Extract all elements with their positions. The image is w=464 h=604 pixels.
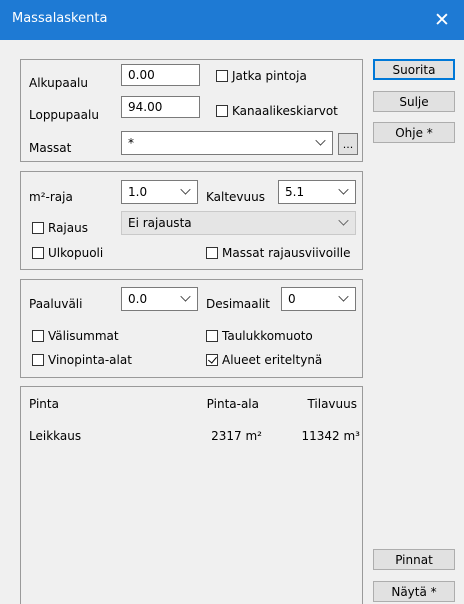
- pinnat-button[interactable]: Pinnat: [373, 549, 455, 570]
- alkupaalu-input[interactable]: 0.00: [121, 64, 200, 86]
- check-icon[interactable]: [206, 354, 218, 366]
- rajaus-select[interactable]: Ei rajausta: [121, 211, 356, 235]
- checkbox-box[interactable]: [32, 222, 44, 234]
- paaluvali-value: 0.0: [128, 292, 148, 306]
- desimaalit-select[interactable]: 0: [281, 287, 356, 311]
- rajaus-label: Rajaus: [48, 221, 88, 235]
- jatka-pintoja-checkbox[interactable]: Jatka pintoja: [216, 69, 307, 83]
- loppupaalu-input[interactable]: 94.00: [121, 96, 200, 118]
- chevron-down-icon: [180, 184, 191, 195]
- massat-rajausviivoille-checkbox[interactable]: Massat rajausviivoille: [206, 246, 351, 260]
- chevron-down-icon: [338, 215, 349, 226]
- close-icon[interactable]: ✕: [420, 0, 464, 40]
- kanaalikeskiarvot-label: Kanaalikeskiarvot: [232, 104, 338, 118]
- massat-label: Massat: [29, 141, 72, 155]
- rajaus-checkbox[interactable]: Rajaus: [32, 221, 88, 235]
- results-header-pinta-ala: Pinta-ala: [206, 397, 259, 411]
- m2-raja-value: 1.0: [128, 185, 148, 199]
- massat-rajausviivoille-label: Massat rajausviivoille: [222, 246, 351, 260]
- row-tilavuus: 11342 m³: [301, 429, 361, 443]
- alueet-eriteltyna-checkbox[interactable]: Alueet eriteltynä: [206, 353, 322, 367]
- row-pinta-ala: 2317 m²: [211, 429, 262, 443]
- checkbox-box[interactable]: [32, 354, 44, 366]
- massat-select[interactable]: *: [121, 131, 333, 155]
- alueet-eriteltyna-label: Alueet eriteltynä: [222, 353, 323, 367]
- checkbox-box[interactable]: [216, 70, 228, 82]
- desimaalit-value: 0: [288, 292, 296, 306]
- taulukkomuoto-label: Taulukkomuoto: [222, 329, 313, 343]
- table-row[interactable]: Leikkaus 2317 m² 11342 m³: [21, 426, 362, 444]
- vinopinta-alat-label: Vinopinta-alat: [48, 353, 132, 367]
- chevron-down-icon: [315, 135, 326, 146]
- valisummat-checkbox[interactable]: Välisummat: [32, 329, 119, 343]
- jatka-pintoja-label: Jatka pintoja: [232, 69, 307, 83]
- browse-button[interactable]: ...: [338, 133, 358, 155]
- window-title: Massalaskenta: [12, 11, 108, 26]
- kaltevuus-label: Kaltevuus: [206, 190, 265, 204]
- checkbox-box[interactable]: [206, 247, 218, 259]
- checkbox-box[interactable]: [32, 330, 44, 342]
- massalaskenta-dialog: Massalaskenta ✕ Alkupaalu 0.00 Jatka pin…: [0, 0, 464, 604]
- m2-raja-label: m²-raja: [29, 190, 73, 204]
- row-pinta: Leikkaus: [29, 429, 82, 443]
- rajaus-value: Ei rajausta: [128, 216, 192, 230]
- loppupaalu-label: Loppupaalu: [29, 108, 99, 122]
- kanaalikeskiarvot-checkbox[interactable]: Kanaalikeskiarvot: [216, 104, 338, 118]
- suorita-button[interactable]: Suorita: [373, 59, 455, 80]
- paaluvali-select[interactable]: 0.0: [121, 287, 198, 311]
- chevron-down-icon: [338, 291, 349, 302]
- title-bar: Massalaskenta ✕: [0, 0, 464, 40]
- sulje-button[interactable]: Sulje: [373, 91, 455, 112]
- results-header-tilavuus: Tilavuus: [307, 397, 357, 411]
- kaltevuus-value: 5.1: [285, 185, 305, 199]
- ulkopuoli-label: Ulkopuoli: [48, 246, 104, 260]
- alkupaalu-label: Alkupaalu: [29, 76, 88, 90]
- chevron-down-icon: [180, 291, 191, 302]
- m2-raja-select[interactable]: 1.0: [121, 180, 198, 204]
- massat-value: *: [128, 136, 134, 150]
- results-header-pinta: Pinta: [29, 397, 59, 411]
- checkbox-box[interactable]: [216, 105, 228, 117]
- desimaalit-label: Desimaalit: [206, 297, 270, 311]
- kaltevuus-select[interactable]: 5.1: [278, 180, 356, 204]
- ulkopuoli-checkbox[interactable]: Ulkopuoli: [32, 246, 103, 260]
- nayta-button[interactable]: Näytä *: [373, 581, 455, 602]
- valisummat-label: Välisummat: [48, 329, 119, 343]
- ohje-button[interactable]: Ohje *: [373, 122, 455, 143]
- paaluvali-label: Paaluväli: [29, 297, 83, 311]
- checkbox-box[interactable]: [206, 330, 218, 342]
- taulukkomuoto-checkbox[interactable]: Taulukkomuoto: [206, 329, 313, 343]
- checkbox-box[interactable]: [32, 247, 44, 259]
- vinopinta-alat-checkbox[interactable]: Vinopinta-alat: [32, 353, 132, 367]
- chevron-down-icon: [338, 184, 349, 195]
- results-panel: [20, 386, 363, 604]
